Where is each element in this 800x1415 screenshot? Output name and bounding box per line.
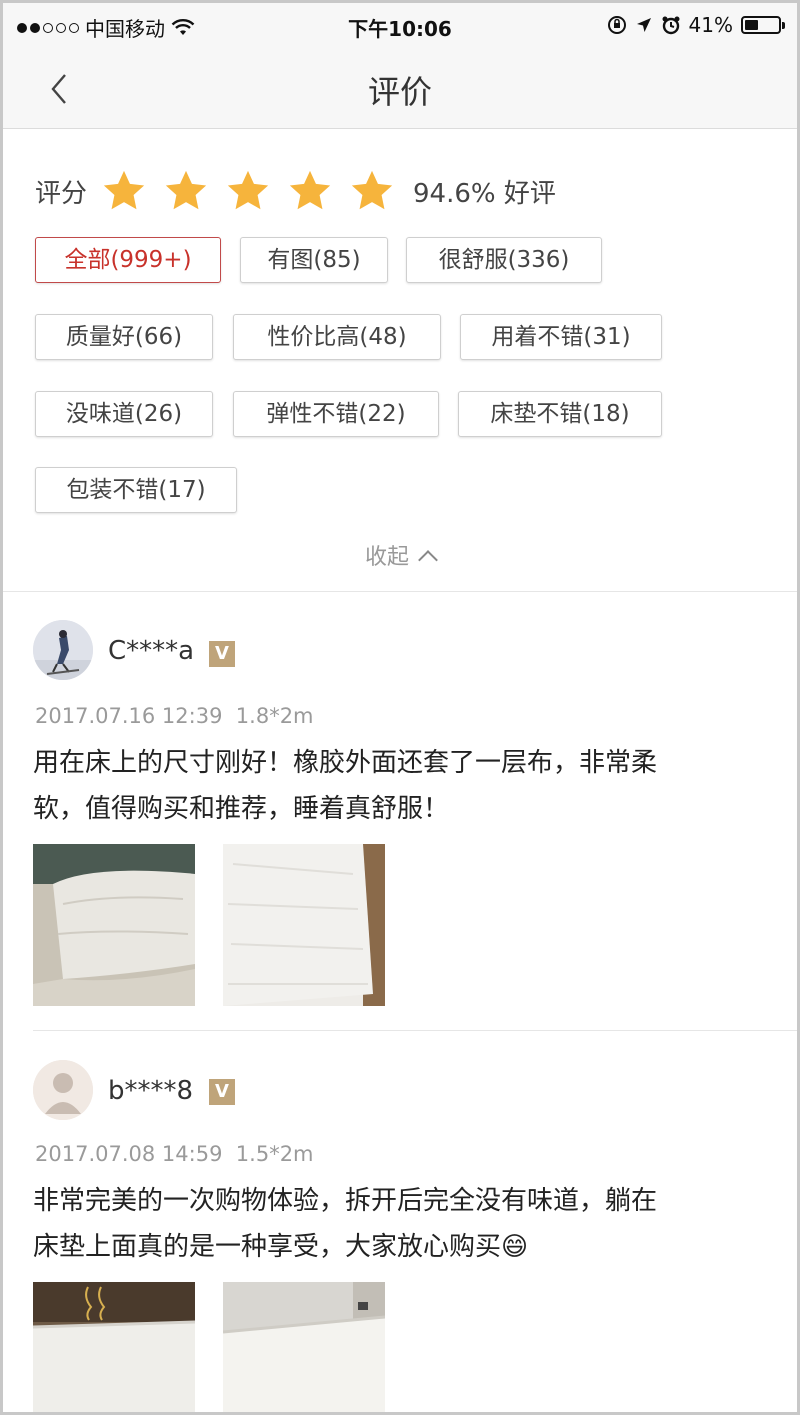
battery-percent: 41% xyxy=(688,13,733,37)
review-photo[interactable] xyxy=(223,844,385,1006)
review-text: 用在床上的尺寸刚好！橡胶外面还套了一层布，非常柔 软，值得购买和推荐，睡着真舒服… xyxy=(33,740,657,832)
review-spec: 1.5*2m xyxy=(235,1142,314,1166)
location-icon xyxy=(636,18,651,32)
tag-good-packaging[interactable]: 包装不错(17) xyxy=(35,467,237,513)
avatar[interactable] xyxy=(33,620,93,680)
avatar[interactable] xyxy=(33,1060,93,1120)
review-photo[interactable] xyxy=(33,844,195,1006)
review-username: b****8 xyxy=(108,1076,194,1106)
review-meta: 2017.07.08 14:59 1.5*2m xyxy=(35,1142,314,1166)
review-text-line: 用在床上的尺寸刚好！橡胶外面还套了一层布，非常柔 xyxy=(33,748,658,778)
tag-with-photos[interactable]: 有图(85) xyxy=(240,237,388,283)
member-badge-icon: V xyxy=(209,1079,235,1105)
orientation-lock-icon xyxy=(607,16,626,34)
chevron-up-icon xyxy=(418,550,438,570)
default-avatar-icon xyxy=(33,1060,93,1120)
tag-good-mattress[interactable]: 床垫不错(18) xyxy=(458,391,662,437)
review-meta: 2017.07.16 12:39 1.8*2m xyxy=(35,704,314,728)
divider xyxy=(33,1030,797,1031)
review-text-line: 软，值得购买和推荐，睡着真舒服！ xyxy=(33,794,450,824)
page-title: 评价 xyxy=(367,73,432,111)
nav-bar: 评价 xyxy=(3,49,797,129)
review-text: 非常完美的一次购物体验，拆开后完全没有味道，躺在 床垫上面真的是一种享受，大家放… xyxy=(33,1178,657,1270)
app-frame: 中国移动 下午10:06 41% 评价 评分 94.6% 好评 全部(999+)… xyxy=(0,0,800,1415)
divider xyxy=(3,591,797,592)
review-text-line: 床垫上面真的是一种享受，大家放心购买😄 xyxy=(33,1232,529,1262)
status-bar: 中国移动 下午10:06 41% xyxy=(3,3,797,49)
star-icon xyxy=(103,170,145,210)
battery-icon xyxy=(741,16,785,34)
rating-summary: 评分 94.6% 好评 xyxy=(35,169,556,213)
status-right: 41% xyxy=(607,13,785,37)
review-username: C****a xyxy=(108,636,195,666)
tag-comfortable[interactable]: 很舒服(336) xyxy=(406,237,602,283)
tag-good-value[interactable]: 性价比高(48) xyxy=(233,314,441,360)
tag-good-to-use[interactable]: 用着不错(31) xyxy=(460,314,662,360)
review-date: 2017.07.16 12:39 xyxy=(35,704,223,728)
tag-no-odor[interactable]: 没味道(26) xyxy=(35,391,213,437)
tag-good-elasticity[interactable]: 弹性不错(22) xyxy=(233,391,439,437)
review-date: 2017.07.08 14:59 xyxy=(35,1142,223,1166)
star-icon xyxy=(227,170,269,210)
rating-label: 评分 xyxy=(35,178,88,209)
collapse-label: 收起 xyxy=(364,545,409,570)
member-badge-icon: V xyxy=(209,641,235,667)
rating-percent: 94.6% 好评 xyxy=(413,178,556,209)
star-icon xyxy=(165,170,207,210)
rating-stars xyxy=(101,168,411,214)
avatar-photo xyxy=(33,620,93,680)
review-photo[interactable] xyxy=(33,1282,195,1412)
alarm-icon xyxy=(662,16,680,35)
review-spec: 1.8*2m xyxy=(235,704,314,728)
collapse-toggle[interactable]: 收起 xyxy=(3,539,797,571)
review-text-line: 非常完美的一次购物体验，拆开后完全没有味道，躺在 xyxy=(33,1186,658,1216)
star-icon xyxy=(289,170,331,210)
star-icon xyxy=(351,170,393,210)
review-photo[interactable] xyxy=(223,1282,385,1412)
tag-good-quality[interactable]: 质量好(66) xyxy=(35,314,213,360)
tag-all[interactable]: 全部(999+) xyxy=(35,237,221,283)
